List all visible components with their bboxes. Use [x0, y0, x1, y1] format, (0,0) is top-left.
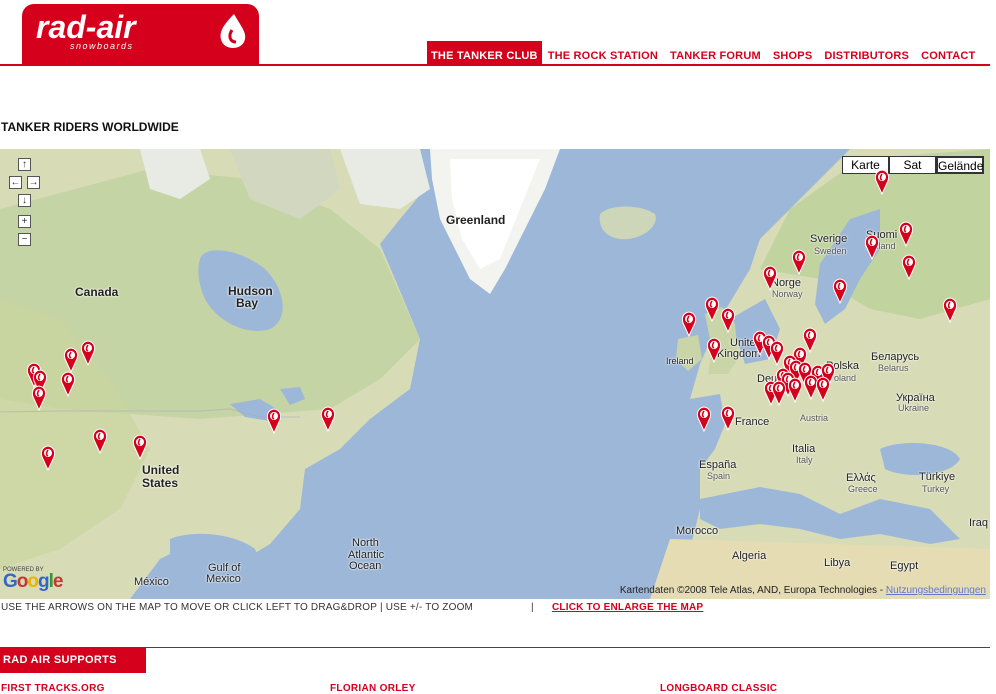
partner-florian-orley-link[interactable]: FLORIAN ORLEY: [330, 683, 416, 694]
label-ireland: Ireland: [666, 356, 694, 366]
label-nao1: North: [352, 537, 379, 549]
main-navigation: THE TANKER CLUB THE ROCK STATION TANKER …: [427, 41, 981, 64]
label-turkey: Turkey: [922, 484, 950, 494]
rider-marker-icon[interactable]: [681, 311, 697, 338]
label-canada: Canada: [75, 285, 119, 299]
label-nao3: Ocean: [349, 560, 382, 572]
nav-distributors[interactable]: DISTRIBUTORS: [818, 41, 915, 64]
rider-marker-icon[interactable]: [898, 221, 914, 248]
label-turkiye: Türkiye: [919, 471, 956, 483]
rider-marker-icon[interactable]: [266, 408, 282, 435]
partner-first-tracks-link[interactable]: FIRST TRACKS.ORG: [1, 683, 105, 694]
nav-shops[interactable]: SHOPS: [767, 41, 819, 64]
rider-marker-icon[interactable]: [63, 347, 79, 374]
instructions-separator: |: [531, 602, 534, 613]
label-sweden: Sweden: [814, 246, 847, 256]
rider-marker-icon[interactable]: [720, 405, 736, 432]
rider-marker-icon[interactable]: [874, 169, 890, 196]
label-libya: Libya: [824, 557, 851, 569]
rider-marker-icon[interactable]: [762, 265, 778, 292]
rider-marker-icon[interactable]: [320, 406, 336, 433]
label-italia: Italia: [792, 443, 816, 455]
rider-marker-icon[interactable]: [706, 337, 722, 364]
label-mexico: México: [134, 576, 169, 588]
label-egypt: Egypt: [890, 560, 919, 572]
rider-marker-icon[interactable]: [864, 234, 880, 261]
label-gulf2: Mexico: [206, 573, 241, 585]
supports-heading: RAD AIR SUPPORTS: [0, 648, 146, 673]
rider-marker-icon[interactable]: [696, 406, 712, 433]
rider-marker-icon[interactable]: [40, 445, 56, 472]
label-france: France: [735, 416, 770, 428]
rider-marker-icon[interactable]: [791, 249, 807, 276]
rider-marker-icon[interactable]: [31, 385, 47, 412]
pan-right-button[interactable]: →: [27, 176, 40, 189]
terms-link[interactable]: Nutzungsbedingungen: [886, 585, 986, 596]
label-espana: España: [699, 459, 737, 471]
label-bay: Bay: [236, 296, 259, 310]
rider-marker-icon[interactable]: [942, 297, 958, 324]
google-wordmark: Google: [3, 571, 63, 592]
page-title: TANKER RIDERS WORLDWIDE: [1, 120, 179, 134]
label-ukraine2: Ukraine: [898, 403, 930, 413]
label-belarus2: Belarus: [878, 363, 909, 373]
label-belarus1: Беларусь: [871, 351, 920, 363]
rider-marker-icon[interactable]: [60, 371, 76, 398]
rider-marker-icon[interactable]: [80, 340, 96, 367]
map-instructions: USE THE ARROWS ON THE MAP TO MOVE OR CLI…: [1, 602, 474, 613]
rider-marker-icon[interactable]: [132, 434, 148, 461]
rider-marker-icon[interactable]: [720, 307, 736, 334]
label-italy: Italy: [796, 455, 813, 465]
supports-divider: [0, 647, 990, 648]
copyright-text: Kartendaten ©2008 Tele Atlas, AND, Europ…: [619, 585, 884, 596]
rider-map[interactable]: ↑ ← → ↓ + − Karte Sat Gelände Greenland …: [0, 149, 990, 599]
pan-left-button[interactable]: ←: [9, 176, 22, 189]
label-united: United: [142, 463, 180, 477]
label-algeria: Algeria: [732, 550, 767, 562]
label-states: States: [142, 476, 179, 490]
rider-marker-icon[interactable]: [704, 296, 720, 323]
header-divider: [0, 64, 990, 66]
nav-tanker-forum[interactable]: TANKER FORUM: [664, 41, 767, 64]
pan-down-button[interactable]: ↓: [18, 194, 31, 207]
label-ellas: Ελλάς: [846, 472, 876, 484]
maptype-sat-button[interactable]: Sat: [889, 156, 936, 174]
rider-marker-icon[interactable]: [901, 254, 917, 281]
label-morocco: Morocco: [676, 525, 719, 537]
label-greece: Greece: [848, 484, 878, 494]
maptype-gelande-button[interactable]: Gelände: [936, 156, 984, 174]
rider-marker-icon[interactable]: [815, 376, 831, 403]
rider-marker-icon[interactable]: [92, 428, 108, 455]
label-greenland: Greenland: [446, 213, 506, 227]
label-austria: Austria: [800, 413, 829, 423]
label-spain: Spain: [707, 471, 731, 481]
zoom-in-button[interactable]: +: [18, 215, 31, 228]
logo-wordmark: rad-air: [36, 9, 137, 45]
logo-subtext: snowboards: [70, 41, 134, 51]
partner-longboard-classic-link[interactable]: LONGBOARD CLASSIC: [660, 683, 777, 694]
label-iraq: Iraq: [969, 517, 988, 529]
google-logo[interactable]: POWERED BY Google: [3, 567, 63, 592]
zoom-out-button[interactable]: −: [18, 233, 31, 246]
rad-air-logo[interactable]: rad-air snowboards: [22, 4, 259, 64]
enlarge-map-link[interactable]: CLICK TO ENLARGE THE MAP: [552, 602, 703, 613]
nav-rock-station[interactable]: THE ROCK STATION: [542, 41, 664, 64]
rider-marker-icon[interactable]: [787, 377, 803, 404]
nav-contact[interactable]: CONTACT: [915, 41, 981, 64]
pan-up-button[interactable]: ↑: [18, 158, 31, 171]
nav-tanker-club[interactable]: THE TANKER CLUB: [427, 41, 542, 64]
map-copyright: Kartendaten ©2008 Tele Atlas, AND, Europ…: [620, 585, 986, 596]
label-sverige: Sverige: [810, 233, 848, 245]
rider-marker-icon[interactable]: [771, 380, 787, 407]
rider-marker-icon[interactable]: [832, 278, 848, 305]
